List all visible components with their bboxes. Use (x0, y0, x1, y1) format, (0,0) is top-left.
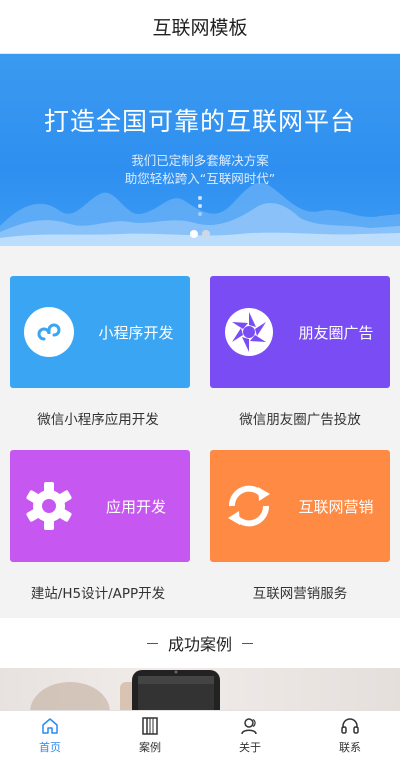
pager-dot[interactable] (202, 230, 210, 238)
mini-program-icon (24, 307, 74, 357)
service-desc: 互联网营销服务 (252, 586, 348, 602)
service-desc: 建站/H5设计/APP开发 (30, 586, 166, 602)
tab-about[interactable]: 关于 (200, 711, 300, 760)
hero-banner[interactable]: 打造全国可靠的互联网平台 我们已定制多套解决方案 助您轻松跨入“互联网时代” (0, 54, 400, 246)
service-label: 应用开发 (105, 497, 166, 516)
headset-icon (341, 718, 359, 734)
banner-title: 打造全国可靠的互联网平台 (43, 107, 356, 136)
book-icon (142, 717, 158, 735)
home-icon (42, 718, 58, 734)
top-bar: 互联网模板 (0, 0, 400, 54)
tab-contact[interactable]: 联系 (300, 711, 400, 760)
gear-icon (26, 482, 72, 530)
tab-cases[interactable]: 案例 (100, 711, 200, 760)
tab-label: 案例 (139, 741, 161, 754)
page-title: 互联网模板 (152, 17, 248, 39)
service-label: 朋友圈广告 (298, 323, 374, 342)
service-desc: 微信小程序应用开发 (37, 412, 159, 428)
aperture-icon (225, 308, 273, 356)
bottom-tab-bar: 首页 案例 关于 联系 (0, 710, 400, 760)
service-card-moments-ads[interactable]: 朋友圈广告 (210, 276, 390, 388)
cases-title: 成功案例 (167, 635, 232, 654)
pager-dot-active[interactable] (190, 230, 198, 238)
service-card-app-dev[interactable]: 应用开发 (10, 450, 190, 562)
tab-label: 首页 (39, 741, 61, 754)
service-card-marketing[interactable]: 互联网营销 (210, 450, 390, 562)
service-label: 互联网营销 (298, 497, 374, 516)
service-card-mini-program[interactable]: 小程序开发 (10, 276, 190, 388)
tab-label: 联系 (339, 741, 361, 754)
service-label: 小程序开发 (98, 323, 174, 342)
case-preview-image[interactable] (0, 668, 400, 712)
cases-section-header: 成功案例 (0, 618, 400, 668)
services-grid: 小程序开发 微信小程序应用开发 朋友圈广告 微信朋友圈广告投放 应用开发 建站/… (0, 246, 400, 616)
phone-photo (30, 670, 220, 712)
service-desc: 微信朋友圈广告投放 (239, 412, 361, 428)
banner-pager[interactable] (0, 223, 400, 242)
people-icon (241, 718, 257, 735)
refresh-icon (228, 485, 270, 527)
tab-home[interactable]: 首页 (0, 711, 100, 760)
tab-label: 关于 (239, 741, 261, 754)
divider (146, 642, 158, 644)
divider (242, 642, 253, 644)
